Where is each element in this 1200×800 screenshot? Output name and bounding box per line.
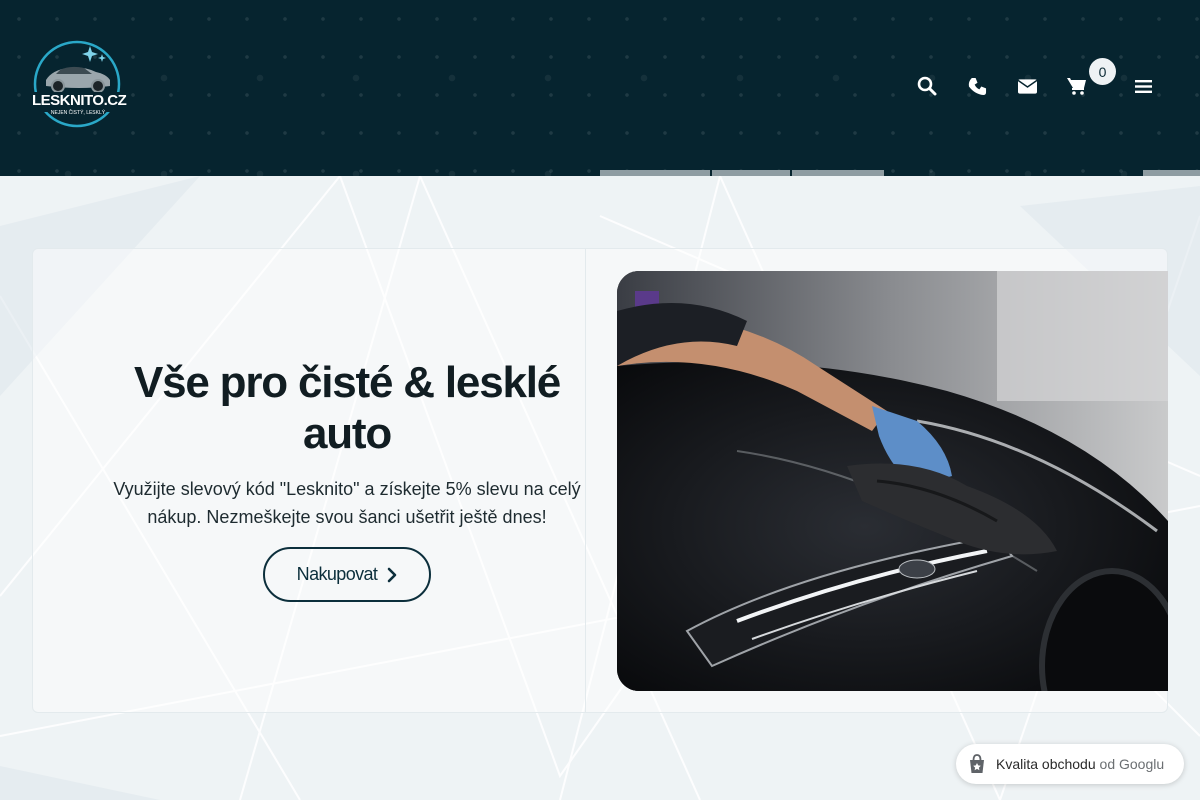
shop-now-button[interactable]: Nakupovat [263, 547, 431, 602]
envelope-icon[interactable] [1009, 68, 1045, 104]
hero-subtitle: Využijte slevový kód "Lesknito" a získej… [113, 479, 581, 527]
header-actions: 0 [900, 58, 1161, 104]
shop-now-label: Nakupovat [296, 564, 378, 584]
phone-icon[interactable] [959, 68, 995, 104]
hero-image [617, 271, 1168, 691]
google-quality-badge[interactable]: Kvalita obchodu od Googlu [956, 744, 1184, 784]
google-badge-label: Kvalita obchodu [996, 756, 1096, 772]
google-badge-suffix: od Googlu [1099, 756, 1165, 772]
logo-tagline: NEJEN ČISTÝ, LESKLÝ [50, 110, 106, 116]
site-header: LESKNITO.CZ NEJEN ČISTÝ, LESKLÝ 0 [0, 0, 1200, 176]
shopping-bag-icon [970, 754, 984, 773]
search-icon[interactable] [909, 68, 945, 104]
chevron-right-icon [388, 567, 397, 582]
cart-count-badge[interactable]: 0 [1089, 58, 1116, 85]
site-logo[interactable]: LESKNITO.CZ NEJEN ČISTÝ, LESKLÝ [30, 40, 127, 132]
hero-title: Vše pro čisté & lesklé auto [133, 358, 561, 458]
hero-text-panel: Vše pro čisté & lesklé auto Využijte sle… [33, 249, 586, 712]
hero-banner: Vše pro čisté & lesklé auto Využijte sle… [32, 248, 1168, 713]
menu-icon[interactable] [1125, 68, 1161, 104]
logo-text: LESKNITO.CZ [32, 92, 127, 109]
